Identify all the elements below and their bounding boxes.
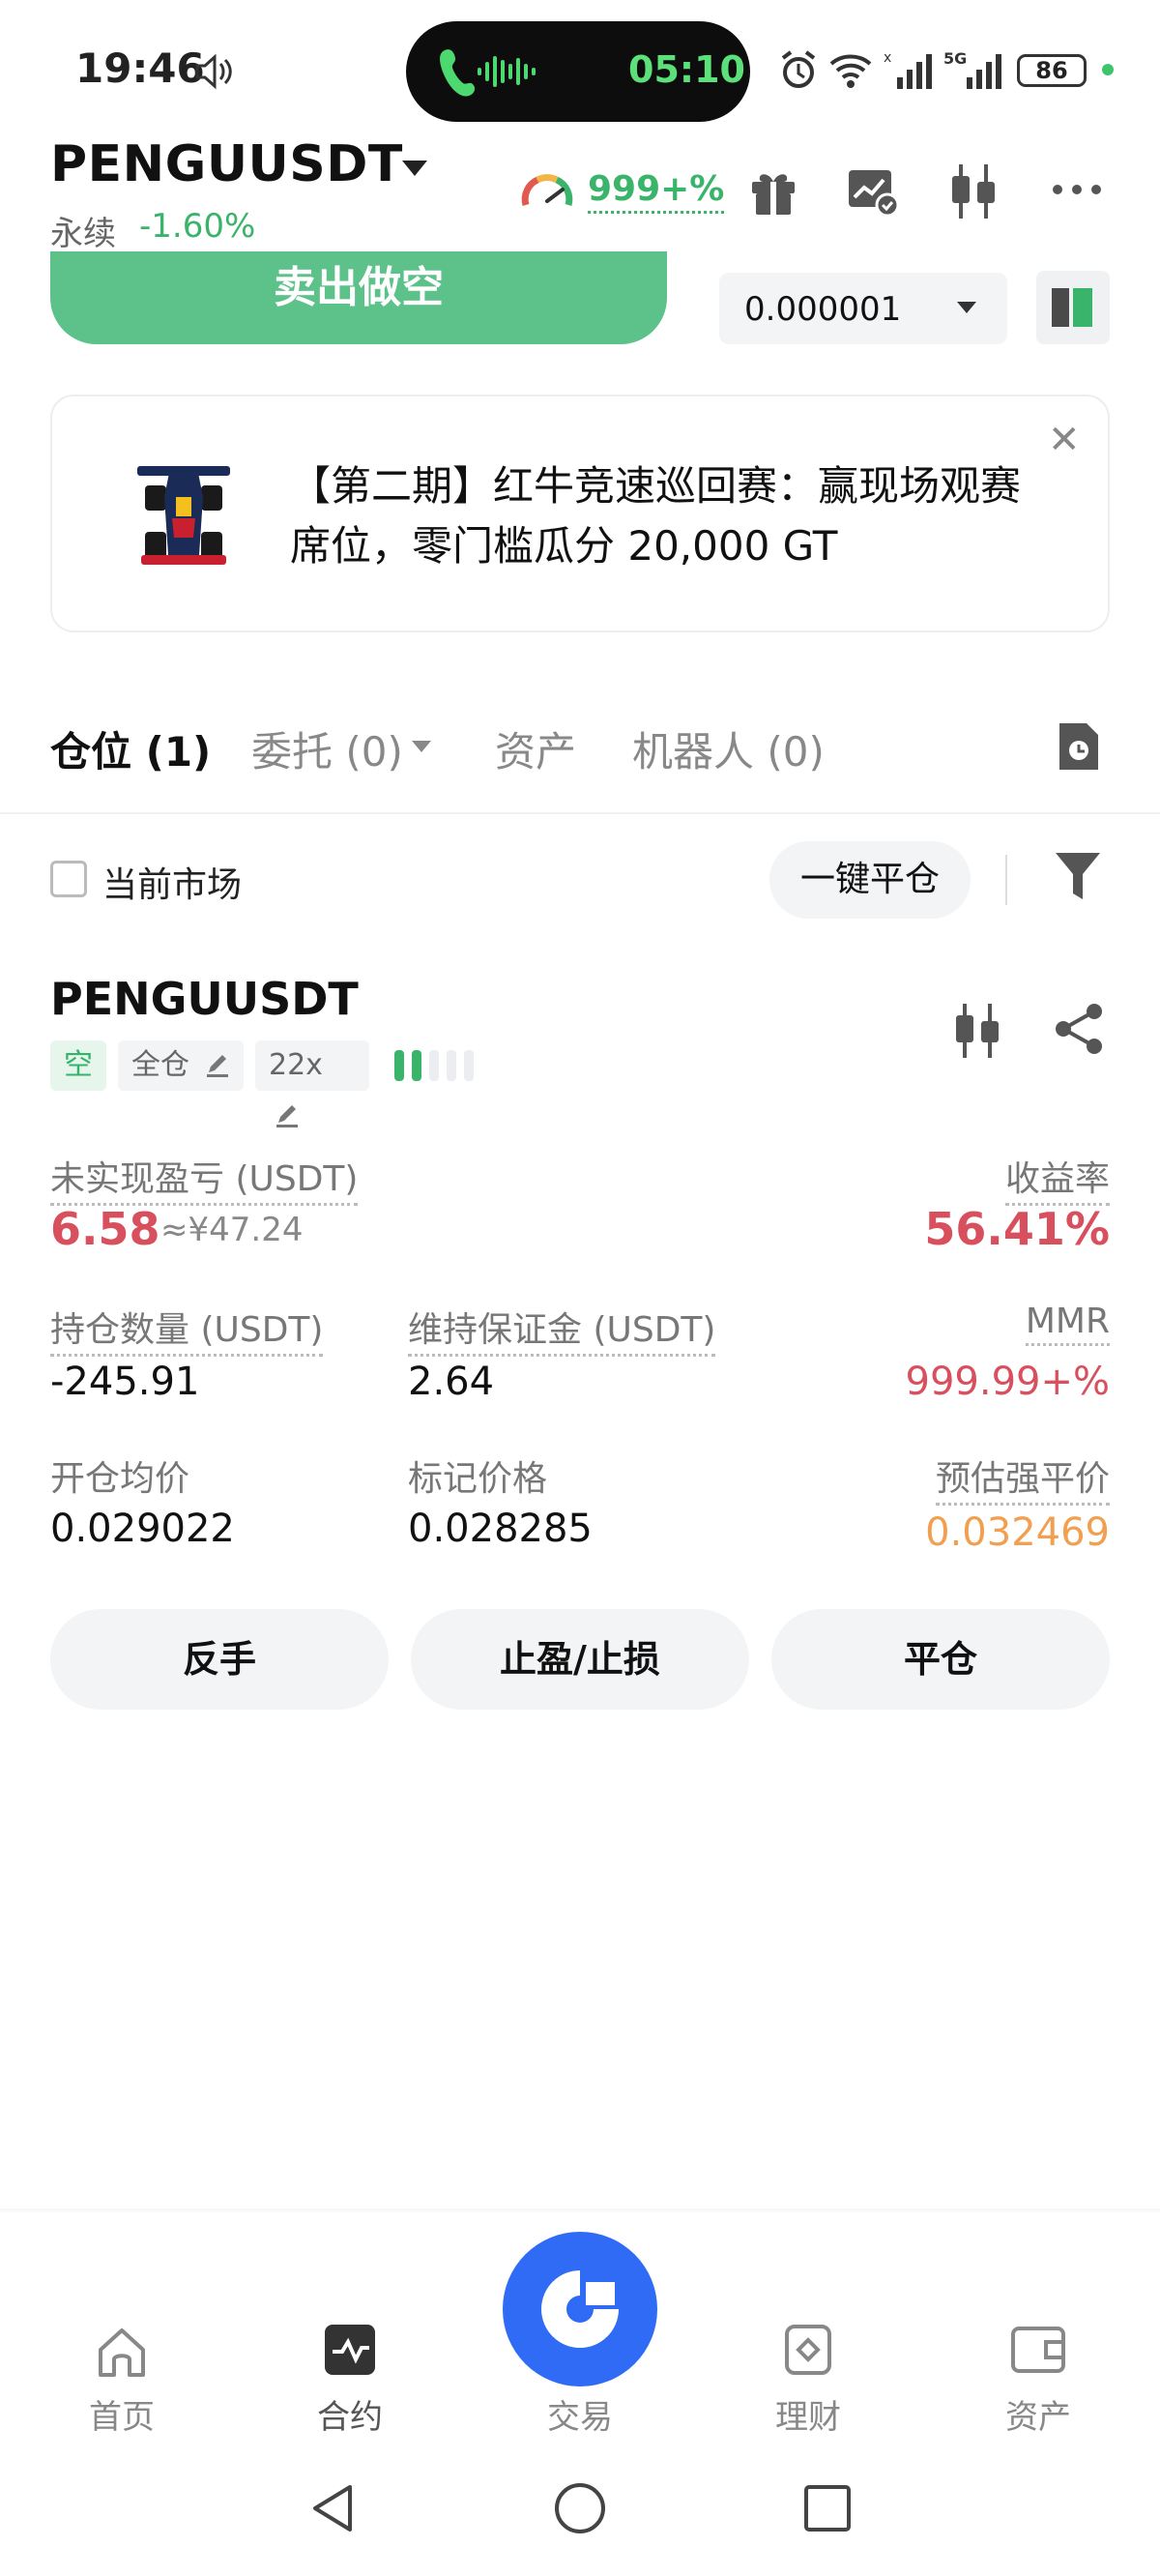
entry-price-label: 开仓均价 [50,1459,190,1499]
mmr-value: 999.99+% [905,1360,1110,1404]
adl-gauge-value[interactable]: 999+% [588,169,725,214]
edit-icon [206,1055,228,1077]
maint-margin-value: 2.64 [408,1360,495,1404]
signal-icon: x [884,50,932,89]
battery-indicator: 86 [1017,54,1087,87]
tp-sl-button[interactable]: 止盈/止损 [411,1609,749,1710]
mark-price-label: 标记价格 [408,1459,548,1499]
tab-assets[interactable]: 资产 [495,719,576,778]
race-car-icon [137,466,230,565]
trade-fab-button[interactable] [503,2232,657,2386]
entry-price-value: 0.029022 [50,1507,235,1551]
leverage-tag[interactable]: 22x [255,1040,369,1127]
tab-bots[interactable]: 机器人 (0) [632,719,825,778]
home-circle-icon[interactable] [553,2481,607,2535]
roe-value: 56.41% [924,1203,1110,1255]
tabs-divider [0,812,1160,814]
liq-price-label[interactable]: 预估强平价 [935,1450,1110,1506]
wifi-icon [829,54,872,88]
back-icon[interactable] [307,2481,358,2535]
liq-price-value: 0.032469 [925,1510,1110,1555]
filter-icon[interactable] [1054,849,1102,903]
signal-5g-icon: 5G [943,49,1001,89]
divider [1005,855,1007,905]
unrealized-pnl-value: 6.58 [50,1203,160,1255]
phone-call-icon [440,49,476,97]
nav-home[interactable]: 首页 [44,2390,199,2438]
position-symbol[interactable]: PENGUUSDT [50,973,359,1025]
tab-positions[interactable]: 仓位 (1) [50,719,211,778]
trade-icon [541,2270,619,2348]
position-size-label[interactable]: 持仓数量 (USDT) [50,1302,324,1357]
symbol-dropdown-caret[interactable] [402,161,427,176]
candlestick-icon[interactable] [947,162,1001,220]
candlestick-icon[interactable] [951,1002,1005,1060]
current-market-label: 当前市场 [102,865,243,905]
adl-level-bar [394,1050,404,1081]
svg-text:x: x [884,50,891,66]
orders-dropdown-icon[interactable] [412,741,431,752]
nav-earn[interactable]: 理财 [731,2390,885,2438]
close-icon[interactable]: ✕ [1048,418,1081,462]
side-tag: 空 [50,1040,106,1091]
roe-label[interactable]: 收益率 [1004,1151,1110,1206]
quantity-value: 0.000001 [744,290,902,329]
gift-icon[interactable] [746,164,800,219]
maint-margin-label[interactable]: 维持保证金 (USDT) [408,1302,716,1357]
layout-toggle-button[interactable] [1036,271,1110,344]
adl-level-bar [447,1050,456,1081]
alarm-icon [781,50,816,88]
adl-level-bar [464,1050,474,1081]
close-all-button[interactable]: 一键平仓 [769,841,971,919]
symbol-title[interactable]: PENGUUSDT [50,135,403,193]
status-time: 19:46 [75,44,205,92]
current-market-checkbox[interactable] [50,861,87,897]
gauge-icon[interactable] [518,166,576,215]
nav-futures[interactable]: 合约 [273,2390,427,2438]
margin-mode-label: 全仓 [131,1048,189,1082]
home-icon[interactable] [95,2325,149,2379]
close-position-button[interactable]: 平仓 [771,1609,1110,1710]
chart-check-icon[interactable] [845,164,901,219]
svg-text:5G: 5G [943,49,967,68]
earn-icon[interactable] [781,2323,835,2377]
reverse-button[interactable]: 反手 [50,1609,389,1710]
more-icon[interactable] [1050,182,1104,197]
share-icon[interactable] [1052,1002,1106,1056]
futures-icon[interactable] [323,2323,377,2377]
privacy-dot [1102,64,1114,75]
nav-assets[interactable]: 资产 [961,2390,1116,2438]
call-waveform-icon [478,56,536,87]
volume-icon [195,53,232,90]
position-size-value: -245.91 [50,1360,200,1404]
chevron-down-icon [957,302,976,313]
history-icon[interactable] [1054,719,1102,774]
nav-trade[interactable]: 交易 [503,2390,657,2438]
call-timer: 05:10 [628,48,745,91]
banner-text[interactable]: 【第二期】红牛竞速巡回赛：赢现场观赛席位，零门槛瓜分 20,000 GT [290,456,1044,576]
edit-icon [276,1105,298,1127]
split-layout-icon [1052,288,1092,327]
recents-icon[interactable] [802,2481,853,2535]
leverage-label: 22x [269,1048,323,1082]
adl-level-bar [429,1050,439,1081]
contract-type: 永续 [50,215,116,253]
sell-short-button[interactable]: 卖出做空 [50,251,667,344]
margin-mode-tag[interactable]: 全仓 [118,1040,244,1091]
price-change: -1.60% [139,207,256,246]
wallet-icon[interactable] [1009,2323,1067,2377]
unrealized-pnl-cny: ≈¥47.24 [160,1211,304,1249]
unrealized-pnl-label[interactable]: 未实现盈亏 (USDT) [50,1151,359,1206]
mmr-label[interactable]: MMR [1025,1302,1110,1346]
adl-level-bar [412,1050,421,1081]
tab-orders[interactable]: 委托 (0) [251,719,403,778]
mark-price-value: 0.028285 [408,1507,593,1551]
